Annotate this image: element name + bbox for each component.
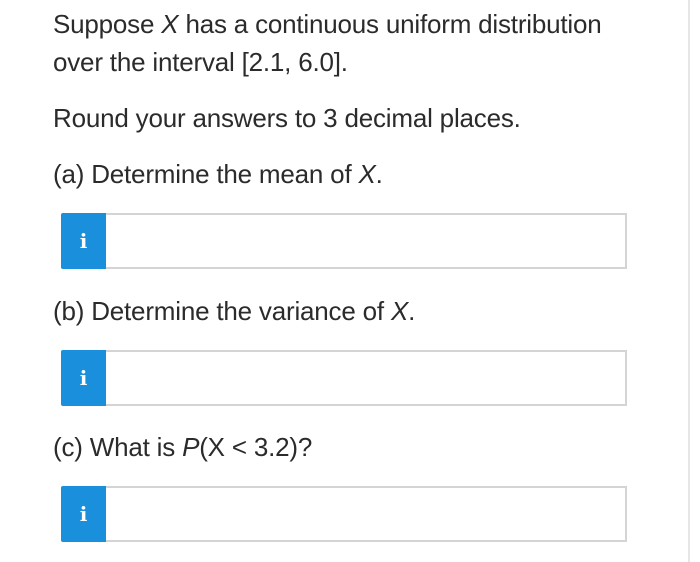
answer-row-b: i: [61, 350, 627, 406]
question-c-suffix: (X < 3.2)?: [199, 432, 313, 462]
intro-text-a: Suppose: [53, 9, 162, 39]
info-button-a[interactable]: i: [61, 213, 106, 269]
answer-row-a: i: [61, 213, 627, 269]
question-c-text: (c) What is: [53, 432, 183, 462]
info-icon: i: [79, 229, 88, 253]
answer-row-c: i: [61, 486, 627, 542]
question-c-variable: P: [182, 432, 200, 462]
question-c-prompt: (c) What is P(X < 3.2)?: [53, 428, 312, 466]
info-icon: i: [79, 366, 88, 390]
question-b-suffix: .: [408, 296, 416, 326]
answer-input-b[interactable]: [106, 350, 627, 406]
question-b-variable: X: [390, 296, 409, 326]
question-b-text: (b) Determine the variance of: [53, 296, 391, 326]
problem-statement: Suppose X has a continuous uniform distr…: [53, 5, 602, 81]
info-button-b[interactable]: i: [61, 350, 106, 406]
intro-text-line2: over the interval [2.1, 6.0].: [53, 47, 348, 77]
rounding-instruction: Round your answers to 3 decimal places.: [53, 103, 521, 133]
info-button-c[interactable]: i: [61, 486, 106, 542]
question-a-suffix: .: [375, 159, 383, 189]
answer-input-a[interactable]: [106, 213, 627, 269]
right-divider: [688, 0, 690, 562]
question-a-prompt: (a) Determine the mean of X.: [53, 155, 383, 193]
info-icon: i: [79, 502, 88, 526]
intro-text-b: has a continuous uniform distribution: [178, 9, 602, 39]
answer-input-c[interactable]: [106, 486, 627, 542]
question-a-variable: X: [358, 159, 376, 189]
question-b-prompt: (b) Determine the variance of X.: [53, 292, 415, 330]
intro-variable: X: [161, 9, 179, 39]
question-a-text: (a) Determine the mean of: [53, 159, 359, 189]
